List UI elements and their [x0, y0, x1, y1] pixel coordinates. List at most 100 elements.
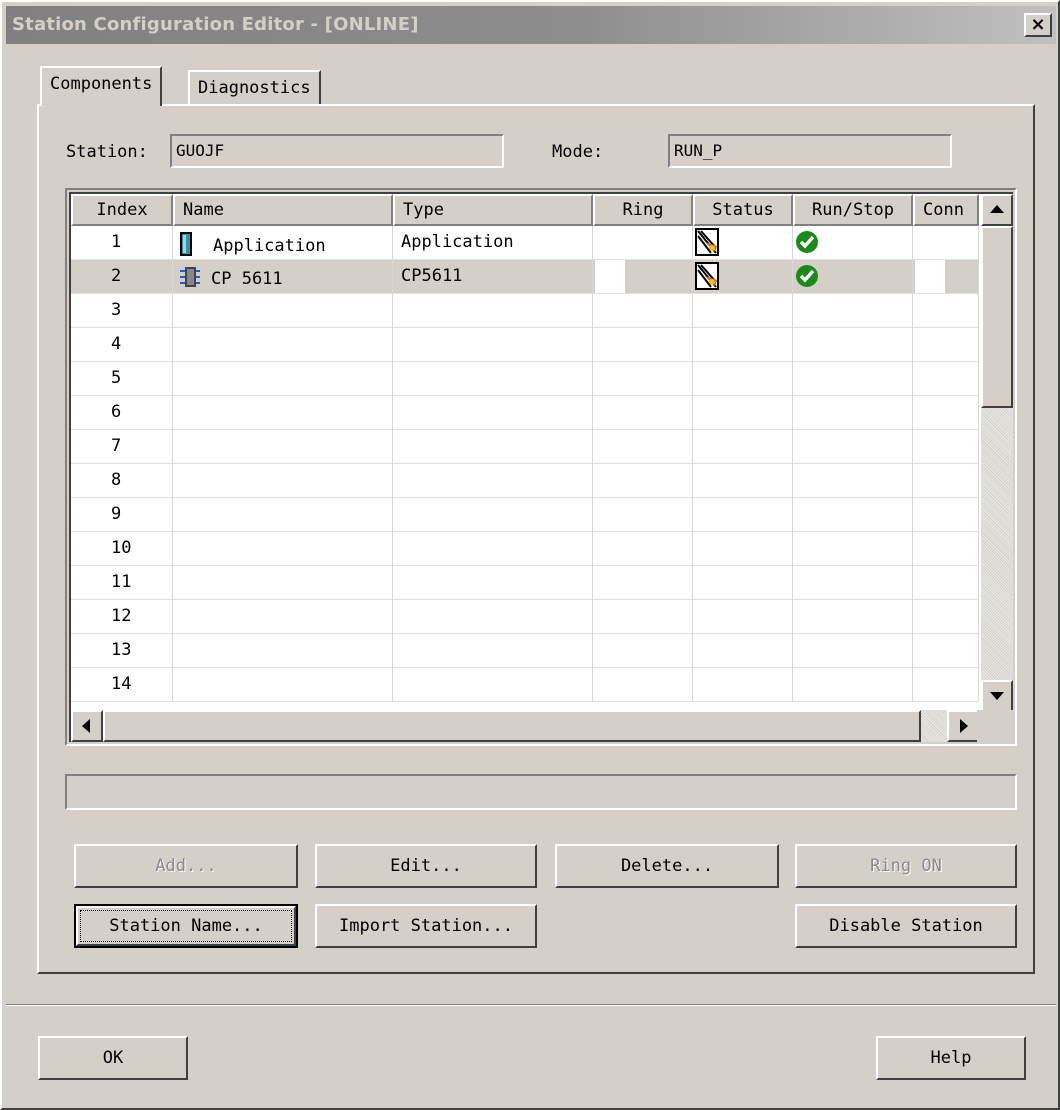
title-bar[interactable]: Station Configuration Editor - [ONLINE] …	[6, 6, 1056, 44]
column-header-run-stop[interactable]: Run/Stop	[793, 194, 913, 226]
station-label: Station:	[66, 142, 148, 162]
table-row[interactable]: 14	[71, 668, 979, 702]
row-conn	[913, 634, 979, 668]
table-row[interactable]: 10	[71, 532, 979, 566]
close-button[interactable]: ×	[1024, 13, 1052, 37]
row-run-stop	[793, 464, 913, 498]
disable-station-button[interactable]: Disable Station	[795, 904, 1017, 948]
table-row[interactable]: 12	[71, 600, 979, 634]
run-ok-icon	[796, 265, 818, 287]
status-message-field	[65, 774, 1017, 810]
scroll-right-button[interactable]	[947, 710, 979, 742]
table-row[interactable]: 13	[71, 634, 979, 668]
table-rows: 1 Application Application 2 CP 5611 CP56…	[71, 226, 979, 702]
column-header-name[interactable]: Name	[173, 194, 393, 226]
row-index: 11	[71, 566, 173, 600]
row-conn	[913, 498, 979, 532]
row-run-stop	[793, 260, 913, 294]
row-type	[393, 362, 593, 396]
tab-diagnostics[interactable]: Diagnostics	[188, 70, 321, 104]
delete-button[interactable]: Delete...	[555, 844, 779, 888]
mode-field: RUN_P	[668, 134, 952, 168]
horizontal-scroll-thumb[interactable]	[103, 710, 921, 742]
left-arrow-icon	[82, 719, 90, 733]
row-ring	[593, 566, 693, 600]
ring-cell-box	[595, 260, 625, 293]
table-row[interactable]: 1 Application Application	[71, 226, 979, 260]
column-header-ring[interactable]: Ring	[593, 194, 693, 226]
row-type: Application	[393, 226, 593, 260]
row-conn	[913, 566, 979, 600]
import-station-button[interactable]: Import Station...	[315, 904, 537, 948]
row-type: CP5611	[393, 260, 593, 294]
status-icon	[695, 262, 719, 290]
row-name	[173, 294, 393, 328]
row-index: 8	[71, 464, 173, 498]
window-title: Station Configuration Editor - [ONLINE]	[12, 14, 419, 35]
vertical-scrollbar[interactable]	[981, 194, 1013, 712]
row-ring	[593, 328, 693, 362]
tab-components[interactable]: Components	[40, 66, 163, 106]
row-run-stop	[793, 328, 913, 362]
row-index: 10	[71, 532, 173, 566]
row-status	[693, 464, 793, 498]
row-index: 9	[71, 498, 173, 532]
row-name	[173, 566, 393, 600]
down-arrow-icon	[990, 692, 1004, 700]
table-row[interactable]: 7	[71, 430, 979, 464]
row-status	[693, 328, 793, 362]
row-type	[393, 498, 593, 532]
vertical-scroll-thumb[interactable]	[981, 226, 1013, 408]
row-ring	[593, 260, 693, 294]
column-header-status[interactable]: Status	[693, 194, 793, 226]
row-status	[693, 532, 793, 566]
row-ring	[593, 226, 693, 260]
column-header-conn[interactable]: Conn	[913, 194, 979, 226]
row-name	[173, 362, 393, 396]
up-arrow-icon	[990, 205, 1004, 213]
table-header: Index Name Type Ring Status Run/Stop Con…	[71, 194, 979, 226]
row-status	[693, 566, 793, 600]
table-row[interactable]: 5	[71, 362, 979, 396]
right-arrow-icon	[960, 719, 968, 733]
row-type	[393, 668, 593, 702]
row-name	[173, 668, 393, 702]
row-run-stop	[793, 668, 913, 702]
row-conn	[913, 532, 979, 566]
mode-label: Mode:	[552, 142, 604, 162]
row-ring	[593, 396, 693, 430]
ok-button[interactable]: OK	[38, 1036, 188, 1080]
scroll-up-button[interactable]	[981, 194, 1013, 226]
help-button[interactable]: Help	[876, 1036, 1026, 1080]
row-index: 7	[71, 430, 173, 464]
scroll-down-button[interactable]	[981, 680, 1013, 712]
scroll-left-button[interactable]	[71, 710, 103, 742]
edit-button[interactable]: Edit...	[315, 844, 537, 888]
row-type	[393, 532, 593, 566]
add-button[interactable]: Add...	[74, 844, 298, 888]
components-list[interactable]: Index Name Type Ring Status Run/Stop Con…	[65, 188, 1017, 746]
ring-on-button[interactable]: Ring ON	[795, 844, 1017, 888]
row-conn	[913, 396, 979, 430]
station-name-button[interactable]: Station Name...	[74, 904, 298, 948]
row-name	[173, 328, 393, 362]
table-row[interactable]: 8	[71, 464, 979, 498]
table-row-selected[interactable]: 2 CP 5611 CP5611	[71, 260, 979, 294]
row-name-text: CP 5611	[211, 269, 283, 289]
table-row[interactable]: 11	[71, 566, 979, 600]
station-name-field: GUOJF	[170, 134, 504, 168]
row-type	[393, 600, 593, 634]
column-header-index[interactable]: Index	[71, 194, 173, 226]
row-name	[173, 532, 393, 566]
table-row[interactable]: 6	[71, 396, 979, 430]
table-row[interactable]: 4	[71, 328, 979, 362]
row-name	[173, 634, 393, 668]
table-row[interactable]: 3	[71, 294, 979, 328]
horizontal-scrollbar[interactable]	[71, 710, 979, 742]
row-type	[393, 464, 593, 498]
row-index: 14	[71, 668, 173, 702]
row-type	[393, 396, 593, 430]
table-row[interactable]: 9	[71, 498, 979, 532]
row-ring	[593, 498, 693, 532]
column-header-type[interactable]: Type	[393, 194, 593, 226]
